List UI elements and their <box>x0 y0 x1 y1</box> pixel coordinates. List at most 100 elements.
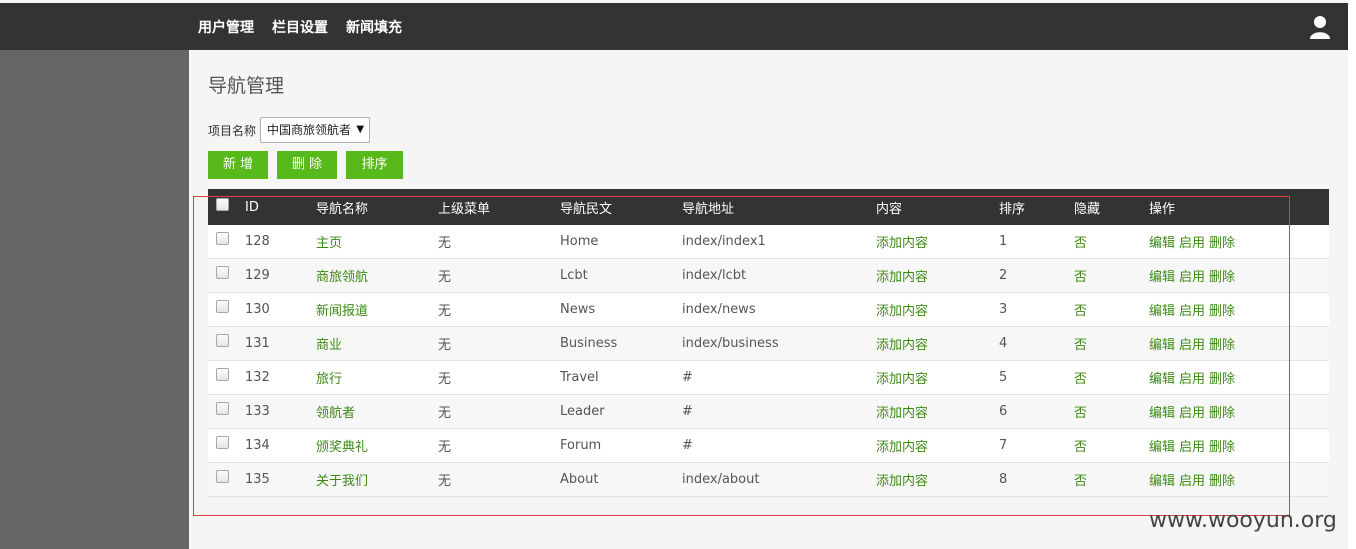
delete-link[interactable]: 删除 <box>1209 334 1235 353</box>
nav-user-management[interactable]: 用户管理 <box>198 17 254 37</box>
row-checkbox[interactable] <box>216 436 229 449</box>
row-checkbox[interactable] <box>216 368 229 381</box>
row-checkbox-cell <box>216 361 229 394</box>
cell-url: index/business <box>682 336 779 351</box>
cell-order: 1 <box>999 234 1008 249</box>
enable-link[interactable]: 启用 <box>1179 402 1205 421</box>
row-actions: 编辑 启用 删除 <box>1149 293 1235 326</box>
cell-name[interactable]: 主页 <box>316 225 342 258</box>
row-checkbox-cell <box>216 293 229 326</box>
delete-link[interactable]: 删除 <box>1209 266 1235 285</box>
enable-link[interactable]: 启用 <box>1179 300 1205 319</box>
cell-name[interactable]: 新闻报道 <box>316 293 368 326</box>
table-row: 130 新闻报道 无 News index/news 添加内容 3 否 编辑 启用 删除 <box>208 293 1329 327</box>
row-checkbox[interactable] <box>216 300 229 313</box>
cell-name[interactable]: 颁奖典礼 <box>316 429 368 462</box>
cell-hidden[interactable]: 否 <box>1074 327 1087 360</box>
nav-news-fill[interactable]: 新闻填充 <box>346 17 402 37</box>
row-actions: 编辑 启用 删除 <box>1149 429 1235 462</box>
cell-hidden[interactable]: 否 <box>1074 259 1087 292</box>
edit-link[interactable]: 编辑 <box>1149 334 1175 353</box>
add-content-link[interactable]: 添加内容 <box>876 225 928 258</box>
add-content-link[interactable]: 添加内容 <box>876 327 928 360</box>
cell-hidden[interactable]: 否 <box>1074 463 1087 496</box>
watermark: www.wooyun.org <box>1149 508 1337 533</box>
edit-link[interactable]: 编辑 <box>1149 436 1175 455</box>
cell-parent: 无 <box>438 440 452 455</box>
row-checkbox[interactable] <box>216 470 229 483</box>
edit-link[interactable]: 编辑 <box>1149 232 1175 251</box>
cell-hidden[interactable]: 否 <box>1074 225 1087 258</box>
cell-url: # <box>682 438 693 453</box>
add-content-link[interactable]: 添加内容 <box>876 293 928 326</box>
delete-link[interactable]: 删除 <box>1209 232 1235 251</box>
cell-order: 7 <box>999 438 1008 453</box>
cell-id: 132 <box>245 370 270 385</box>
cell-name[interactable]: 商旅领航 <box>316 259 368 292</box>
enable-link[interactable]: 启用 <box>1179 266 1205 285</box>
row-actions: 编辑 启用 删除 <box>1149 225 1235 258</box>
add-content-link[interactable]: 添加内容 <box>876 361 928 394</box>
row-checkbox-cell <box>216 225 229 258</box>
cell-hidden[interactable]: 否 <box>1074 395 1087 428</box>
table-body: 128 主页无 Home index/index1 添加内容 1 否编辑 启用 删除 129 商旅领… <box>208 225 1329 497</box>
header-english-name: 导航民文 <box>560 201 613 217</box>
enable-link[interactable]: 启用 <box>1179 334 1205 353</box>
user-icon[interactable] <box>1309 15 1331 39</box>
delete-link[interactable]: 删除 <box>1209 300 1235 319</box>
sort-button[interactable]: 排序 <box>346 151 403 179</box>
sidebar <box>0 50 189 549</box>
delete-link[interactable]: 删除 <box>1209 470 1235 489</box>
edit-link[interactable]: 编辑 <box>1149 402 1175 421</box>
table-row: 129 商旅领航 无 Lcbt index/lcbt 添加内容 2 否 编辑 启用 删除 <box>208 259 1329 293</box>
select-all-checkbox[interactable] <box>216 197 229 211</box>
delete-link[interactable]: 删除 <box>1209 436 1235 455</box>
row-checkbox[interactable] <box>216 402 229 415</box>
enable-link[interactable]: 启用 <box>1179 436 1205 455</box>
table-row: 134 颁奖典礼 无 Forum # 添加内容 7 否 编辑 启用 删除 <box>208 429 1329 463</box>
delete-link[interactable]: 删除 <box>1209 402 1235 421</box>
delete-button[interactable]: 删 除 <box>277 151 337 179</box>
cell-name[interactable]: 领航者 <box>316 395 355 428</box>
edit-link[interactable]: 编辑 <box>1149 470 1175 489</box>
row-checkbox[interactable] <box>216 266 229 279</box>
enable-link[interactable]: 启用 <box>1179 470 1205 489</box>
cell-order: 2 <box>999 268 1008 283</box>
table-row: 131 商业 无 Business index/business 添加内容 4 否 编辑 启用 删除 <box>208 327 1329 361</box>
edit-link[interactable]: 编辑 <box>1149 300 1175 319</box>
row-checkbox-cell <box>216 429 229 462</box>
cell-id: 131 <box>245 336 270 351</box>
delete-link[interactable]: 删除 <box>1209 368 1235 387</box>
cell-hidden[interactable]: 否 <box>1074 293 1087 326</box>
add-content-link[interactable]: 添加内容 <box>876 259 928 292</box>
cell-url: # <box>682 370 693 385</box>
add-content-link[interactable]: 添加内容 <box>876 429 928 462</box>
project-select[interactable]: 中国商旅领航者 ▼ <box>260 117 371 143</box>
header-content: 内容 <box>876 201 903 217</box>
cell-hidden[interactable]: 否 <box>1074 429 1087 462</box>
add-button[interactable]: 新 增 <box>208 151 268 179</box>
row-checkbox[interactable] <box>216 232 229 245</box>
toolbar: 新 增 删 除 排序 <box>208 151 403 179</box>
table-header: ID 导航名称 上级菜单 导航民文 导航地址 内容 排序 隐藏 操作 <box>208 189 1329 225</box>
add-content-link[interactable]: 添加内容 <box>876 463 928 496</box>
enable-link[interactable]: 启用 <box>1179 232 1205 251</box>
row-actions: 编辑 启用 删除 <box>1149 463 1235 496</box>
edit-link[interactable]: 编辑 <box>1149 266 1175 285</box>
cell-url: index/lcbt <box>682 268 747 283</box>
row-checkbox[interactable] <box>216 334 229 347</box>
enable-link[interactable]: 启用 <box>1179 368 1205 387</box>
cell-hidden[interactable]: 否 <box>1074 361 1087 394</box>
cell-id: 134 <box>245 438 270 453</box>
cell-name[interactable]: 关于我们 <box>316 463 368 496</box>
project-select-value: 中国商旅领航者 <box>267 123 352 137</box>
cell-order: 3 <box>999 302 1008 317</box>
cell-name[interactable]: 旅行 <box>316 361 342 394</box>
cell-id: 128 <box>245 234 270 249</box>
nav-column-settings[interactable]: 栏目设置 <box>272 17 328 37</box>
add-content-link[interactable]: 添加内容 <box>876 395 928 428</box>
cell-name[interactable]: 商业 <box>316 327 342 360</box>
cell-parent: 无 <box>438 304 452 319</box>
header-actions: 操作 <box>1149 201 1176 217</box>
edit-link[interactable]: 编辑 <box>1149 368 1175 387</box>
